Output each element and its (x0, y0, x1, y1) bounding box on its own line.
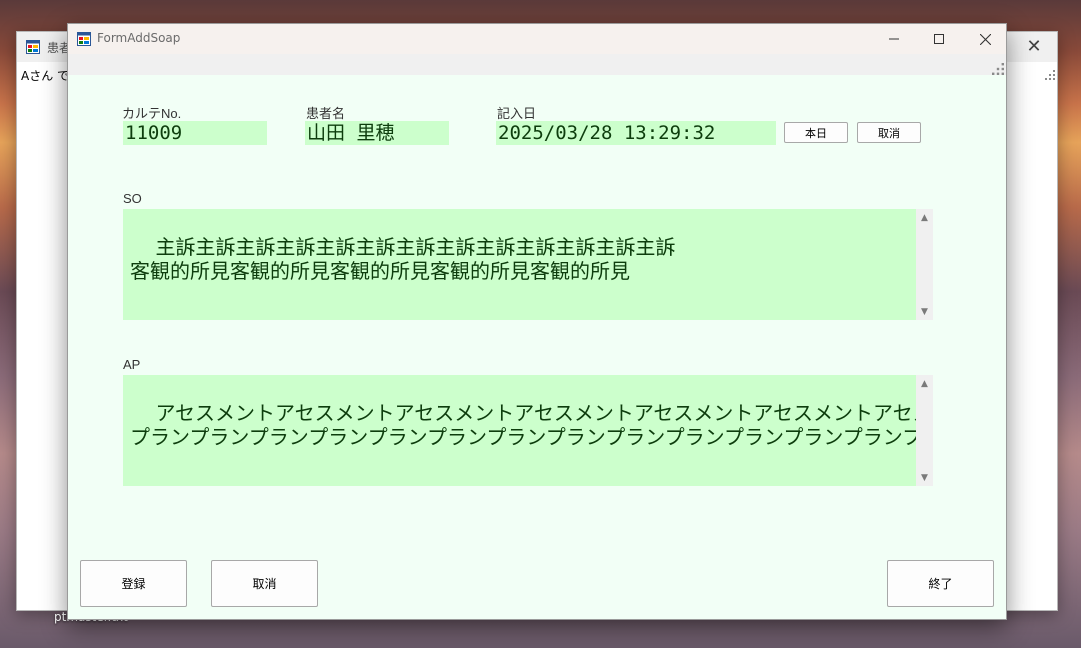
minimize-button[interactable] (871, 24, 917, 54)
register-button[interactable]: 登録 (80, 560, 187, 607)
so-text: 主訴主訴主訴主訴主訴主訴主訴主訴主訴主訴主訴主訴主訴 客観的所見客観的所見客観的… (130, 235, 676, 283)
today-button[interactable]: 本日 (784, 122, 848, 143)
ap-label: AP (123, 357, 141, 372)
close-button[interactable] (962, 24, 1008, 54)
close-form-button[interactable]: 終了 (887, 560, 994, 607)
entry-date-field[interactable]: 2025/03/28 13:29:32 (496, 121, 776, 145)
minimize-icon (889, 38, 899, 40)
scroll-up-icon[interactable]: ▲ (916, 375, 933, 392)
ap-text: アセスメントアセスメントアセスメントアセスメントアセスメントアセスメントアセスメ… (130, 401, 933, 449)
maximize-button[interactable] (916, 24, 962, 54)
patient-name-label: 患者名 (306, 106, 346, 121)
ap-scrollbar[interactable]: ▲ ▼ (916, 375, 933, 486)
window-title: FormAddSoap (97, 31, 181, 45)
close-icon (979, 33, 991, 45)
chart-no-field[interactable]: 11009 (123, 121, 267, 145)
scroll-up-icon[interactable]: ▲ (916, 209, 933, 226)
window-titlebar[interactable]: FormAddSoap (68, 24, 1006, 54)
scroll-down-icon[interactable]: ▼ (916, 303, 933, 320)
patient-name-field[interactable]: 山田 里穂 (305, 121, 449, 145)
form-add-soap-window: FormAddSoap カルテNo. 11009 患者名 山田 里穂 記入日 2… (67, 23, 1007, 620)
scroll-down-icon[interactable]: ▼ (916, 469, 933, 486)
background-close-icon[interactable]: ✕ (1023, 36, 1045, 58)
so-label: SO (123, 191, 142, 206)
app-form-icon (77, 32, 91, 46)
entry-date-label: 記入日 (497, 106, 537, 121)
menu-strip (68, 54, 1006, 75)
chart-no-label: カルテNo. (122, 106, 182, 121)
so-scrollbar[interactable]: ▲ ▼ (916, 209, 933, 320)
cancel-button[interactable]: 取消 (211, 560, 318, 607)
app-form-icon (26, 40, 40, 54)
resize-grip-icon[interactable] (1045, 70, 1055, 80)
cancel-date-button[interactable]: 取消 (857, 122, 921, 143)
so-textarea[interactable]: 主訴主訴主訴主訴主訴主訴主訴主訴主訴主訴主訴主訴主訴 客観的所見客観的所見客観的… (123, 209, 933, 320)
ap-textarea[interactable]: アセスメントアセスメントアセスメントアセスメントアセスメントアセスメントアセスメ… (123, 375, 933, 486)
maximize-icon (934, 34, 944, 44)
resize-grip-icon[interactable] (992, 63, 1004, 75)
